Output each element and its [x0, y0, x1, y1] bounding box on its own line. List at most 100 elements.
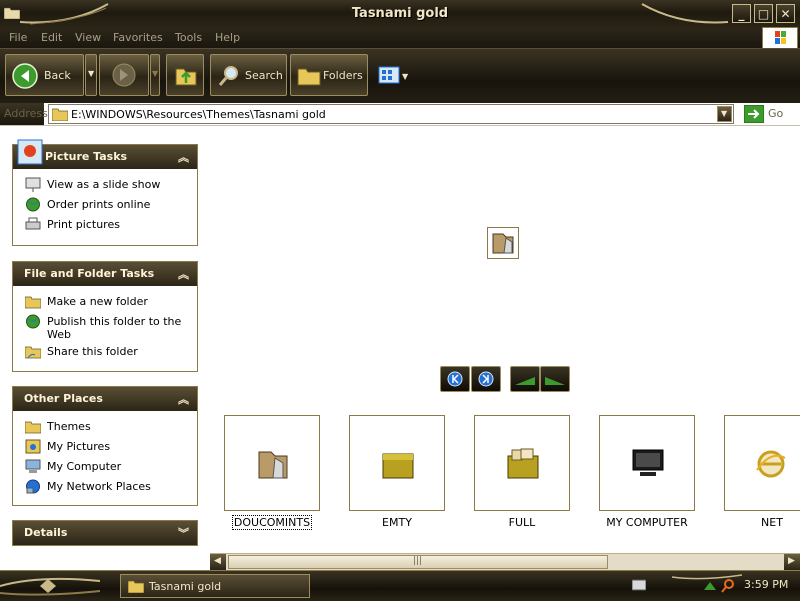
task-label: Publish this folder to the Web [47, 315, 182, 341]
share-folder-icon [25, 346, 41, 359]
place-themes[interactable]: Themes [13, 417, 197, 437]
views-button[interactable]: ▼ [374, 54, 410, 96]
scroll-right-button[interactable]: ▶ [784, 554, 800, 570]
printer-icon [25, 217, 41, 230]
title-bar[interactable]: Tasnami gold _ □ ✕ [0, 0, 800, 29]
internet-explorer-icon [756, 450, 786, 478]
my-pictures-icon [25, 439, 41, 454]
forward-button[interactable] [99, 54, 149, 96]
menu-edit[interactable]: Edit [41, 31, 62, 44]
folders-icon [297, 68, 321, 86]
toolbar: Back ▼ ▼ Search Folders ▼ [0, 48, 800, 104]
thumbnail-doucomints[interactable] [224, 415, 320, 511]
file-folder-tasks-header[interactable]: File and Folder Tasks ︽ [13, 262, 197, 286]
menu-help[interactable]: Help [215, 31, 240, 44]
full-folder-icon [507, 448, 539, 479]
go-button[interactable]: Go [742, 105, 798, 123]
task-label: Share this folder [47, 345, 138, 358]
computer-icon [25, 459, 41, 473]
folder-icon [25, 421, 41, 434]
picture-tasks-header[interactable]: Picture Tasks ︽ [13, 139, 197, 169]
up-folder-button[interactable] [166, 54, 204, 96]
globe-icon [26, 197, 40, 212]
views-icon [378, 66, 400, 84]
menu-file[interactable]: File [9, 31, 27, 44]
address-input[interactable]: E:\WINDOWS\Resources\Themes\Tasnami gold… [48, 104, 734, 124]
details-title: Details [24, 526, 68, 539]
actual-size-button[interactable] [540, 366, 570, 392]
go-arrow-icon [744, 105, 764, 123]
place-my-pictures[interactable]: My Pictures [13, 437, 197, 457]
folders-label: Folders [323, 69, 363, 82]
task-share-folder[interactable]: Share this folder [13, 342, 197, 362]
search-button[interactable]: Search [210, 54, 287, 96]
task-new-folder[interactable]: Make a new folder [13, 292, 197, 312]
maximize-button[interactable]: □ [754, 4, 773, 23]
address-label: Address [0, 103, 48, 125]
expand-chevron-icon[interactable]: ︾ [178, 525, 189, 541]
task-label: Order prints online [47, 198, 151, 211]
file-folder-tasks-title: File and Folder Tasks [24, 267, 155, 280]
document-folder-icon [258, 451, 288, 479]
other-places-header[interactable]: Other Places ︽ [13, 387, 197, 411]
scrollbar-thumb[interactable]: ||| [228, 555, 608, 569]
back-arrow-icon [12, 63, 38, 89]
minimize-button[interactable]: _ [732, 4, 751, 23]
next-image-button[interactable] [471, 366, 501, 392]
slideshow-icon [25, 177, 41, 192]
back-label: Back [44, 69, 71, 82]
best-fit-icon [515, 377, 535, 385]
task-publish-web[interactable]: Publish this folder to the Web [13, 312, 197, 342]
place-label: My Pictures [47, 440, 111, 453]
task-print-pictures[interactable]: Print pictures [13, 215, 197, 235]
task-order-prints[interactable]: Order prints online [13, 195, 197, 215]
folder-up-icon [175, 68, 197, 86]
search-tray-icon[interactable] [720, 578, 736, 594]
details-panel: Details ︾ [12, 520, 198, 546]
collapse-chevron-icon[interactable]: ︽ [178, 266, 189, 282]
thumbnail-net[interactable] [724, 415, 800, 511]
place-label: My Network Places [47, 480, 151, 493]
thumbnail-full[interactable] [474, 415, 570, 511]
start-button[interactable] [0, 571, 110, 601]
previous-image-button[interactable] [440, 366, 470, 392]
details-header[interactable]: Details ︾ [13, 521, 197, 545]
views-dropdown-icon: ▼ [402, 72, 409, 81]
folders-button[interactable]: Folders [290, 54, 368, 96]
picture-tasks-panel: Picture Tasks ︽ View as a slide show Ord… [12, 139, 198, 246]
go-label: Go [768, 107, 784, 120]
forward-dropdown-button[interactable]: ▼ [150, 54, 160, 96]
back-button[interactable]: Back [5, 54, 84, 96]
task-pane: Picture Tasks ︽ View as a slide show Ord… [0, 126, 210, 566]
swirl-ornament-right-icon [641, 3, 729, 24]
taskbar-window-button[interactable]: Tasnami gold [120, 574, 310, 598]
place-my-computer[interactable]: My Computer [13, 457, 197, 477]
menu-view[interactable]: View [75, 31, 101, 44]
preview-image[interactable] [487, 227, 519, 259]
thumbnail-my-computer[interactable] [599, 415, 695, 511]
picture-icon [17, 139, 43, 165]
collapse-chevron-icon[interactable]: ︽ [178, 149, 189, 165]
clock: 3:59 PM [744, 578, 789, 591]
scroll-left-button[interactable]: ◀ [210, 554, 226, 570]
menu-tools[interactable]: Tools [175, 31, 202, 44]
menu-favorites[interactable]: Favorites [113, 31, 163, 44]
file-folder-tasks-panel: File and Folder Tasks ︽ Make a new folde… [12, 261, 198, 372]
address-dropdown-button[interactable]: ▼ [717, 106, 732, 122]
task-slide-show[interactable]: View as a slide show [13, 175, 197, 195]
collapse-chevron-icon[interactable]: ︽ [178, 391, 189, 407]
actual-size-icon [545, 377, 565, 385]
keyboard-icon[interactable] [632, 579, 646, 591]
task-label: Print pictures [47, 218, 120, 231]
forward-arrow-icon [112, 63, 136, 87]
close-button[interactable]: ✕ [776, 4, 795, 23]
place-my-network[interactable]: My Network Places [13, 477, 197, 497]
horizontal-scrollbar[interactable]: ◀ ||| ▶ [210, 553, 800, 570]
network-status-icon[interactable] [702, 578, 718, 594]
other-places-title: Other Places [24, 392, 103, 405]
back-dropdown-button[interactable]: ▼ [85, 54, 97, 96]
search-icon [218, 66, 238, 86]
thumbnail-emty[interactable] [349, 415, 445, 511]
thumbnail-label: DOUCOMINTS [231, 515, 313, 530]
best-fit-button[interactable] [510, 366, 540, 392]
